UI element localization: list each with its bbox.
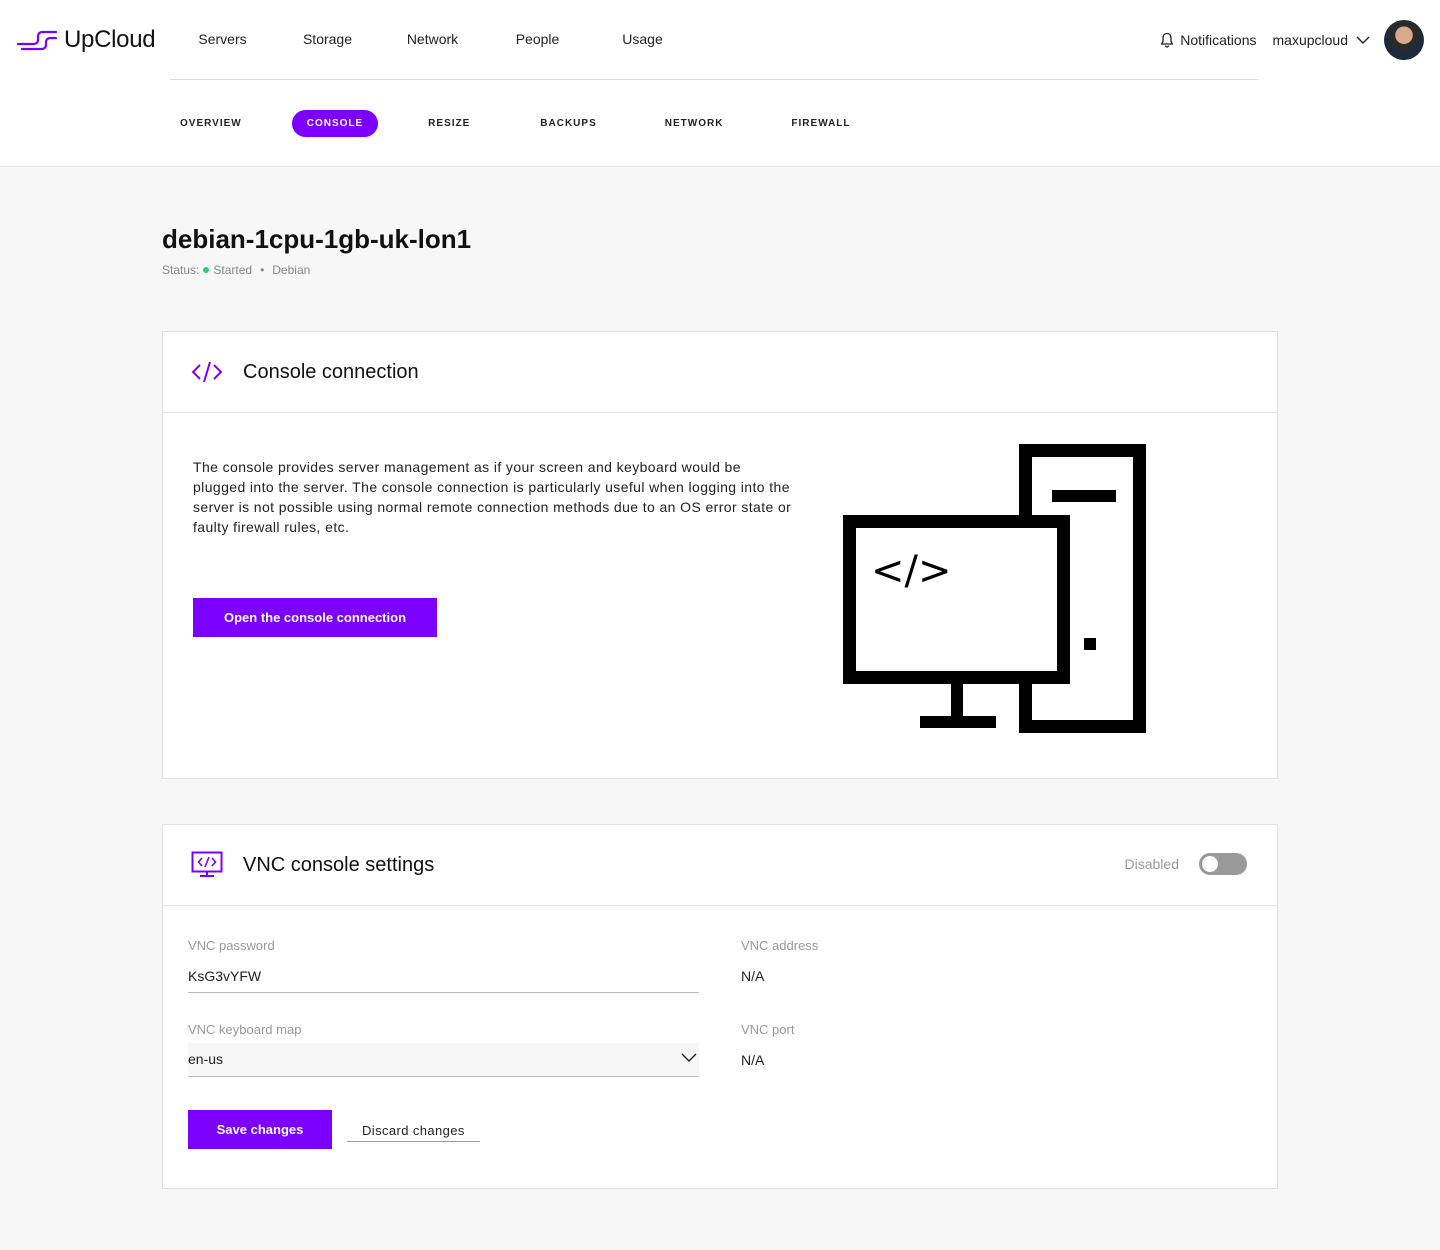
main-nav: Servers Storage Network People Usage [170,31,695,47]
open-console-button[interactable]: Open the console connection [193,598,437,637]
nav-usage[interactable]: Usage [590,31,695,47]
tab-firewall[interactable]: FIREWALL [781,110,860,137]
vnc-settings-card: VNC console settings Disabled VNC passwo… [162,824,1278,1189]
status-label: Status: [162,263,200,277]
nav-servers[interactable]: Servers [170,31,275,47]
vnc-card-title: VNC console settings [243,853,435,876]
vnc-port-value: N/A [741,1052,765,1068]
notifications-button[interactable]: Notifications [1160,32,1257,48]
vnc-password-input[interactable] [188,959,699,993]
tab-console[interactable]: CONSOLE [291,110,379,137]
upcloud-logo[interactable]: UpCloud [16,24,156,56]
chevron-down-icon [1356,36,1370,44]
vnc-address-value: N/A [741,968,765,984]
page-title: debian-1cpu-1gb-uk-lon1 [162,224,472,254]
nav-divider [170,79,1258,80]
console-card-header: Console connection [163,332,1277,413]
status-separator: • [260,263,265,277]
nav-network[interactable]: Network [380,31,485,47]
status-badge: Started [213,263,253,277]
vnc-port-label: VNC port [741,1022,795,1037]
notifications-label: Notifications [1180,32,1257,48]
discard-button[interactable]: Discard changes [347,1123,480,1142]
top-header: UpCloud Servers Storage Network People U… [0,0,1440,167]
vnc-password-label: VNC password [188,938,275,953]
tab-overview[interactable]: OVERVIEW [170,110,252,137]
header-right: Notifications maxupcloud [1160,20,1424,60]
vnc-toggle-label: Disabled [1124,856,1179,872]
console-card-title: Console connection [243,360,419,383]
brand-name: UpCloud [64,26,156,53]
vnc-toggle-area: Disabled [1125,853,1247,875]
vnc-keymap-label: VNC keyboard map [188,1022,302,1037]
code-icon [191,361,223,383]
console-connection-card: Console connection The console provides … [162,331,1278,779]
illustration-code-text: </> [871,548,952,594]
username: maxupcloud [1272,32,1349,48]
vnc-card-header: VNC console settings Disabled [163,825,1277,906]
tab-backups[interactable]: BACKUPS [530,110,606,137]
chevron-down-icon [681,1053,697,1062]
nav-storage[interactable]: Storage [275,31,380,47]
nav-people[interactable]: People [485,31,590,47]
computer-code-icon: </> [843,444,1146,733]
vnc-address-label: VNC address [741,938,819,953]
status-dot [203,267,210,273]
save-button[interactable]: Save changes [188,1110,332,1149]
server-status-line: Status: Started • Debian [162,263,310,277]
bell-icon [1161,32,1174,48]
user-menu[interactable]: maxupcloud [1273,32,1371,48]
tab-resize[interactable]: RESIZE [418,110,480,137]
tab-network[interactable]: NETWORK [655,110,734,137]
vnc-keymap-select[interactable]: en-us [188,1043,699,1077]
vnc-keymap-value: en-us [188,1051,224,1067]
console-description: The console provides server management a… [193,459,792,535]
upcloud-logo-icon [16,30,58,51]
toggle-knob [1202,856,1218,872]
vnc-enable-toggle[interactable] [1199,853,1247,875]
monitor-code-icon [191,851,223,877]
avatar[interactable] [1384,20,1424,60]
server-tabs: OVERVIEW CONSOLE RESIZE BACKUPS NETWORK … [170,110,901,137]
server-os: Debian [272,263,311,277]
